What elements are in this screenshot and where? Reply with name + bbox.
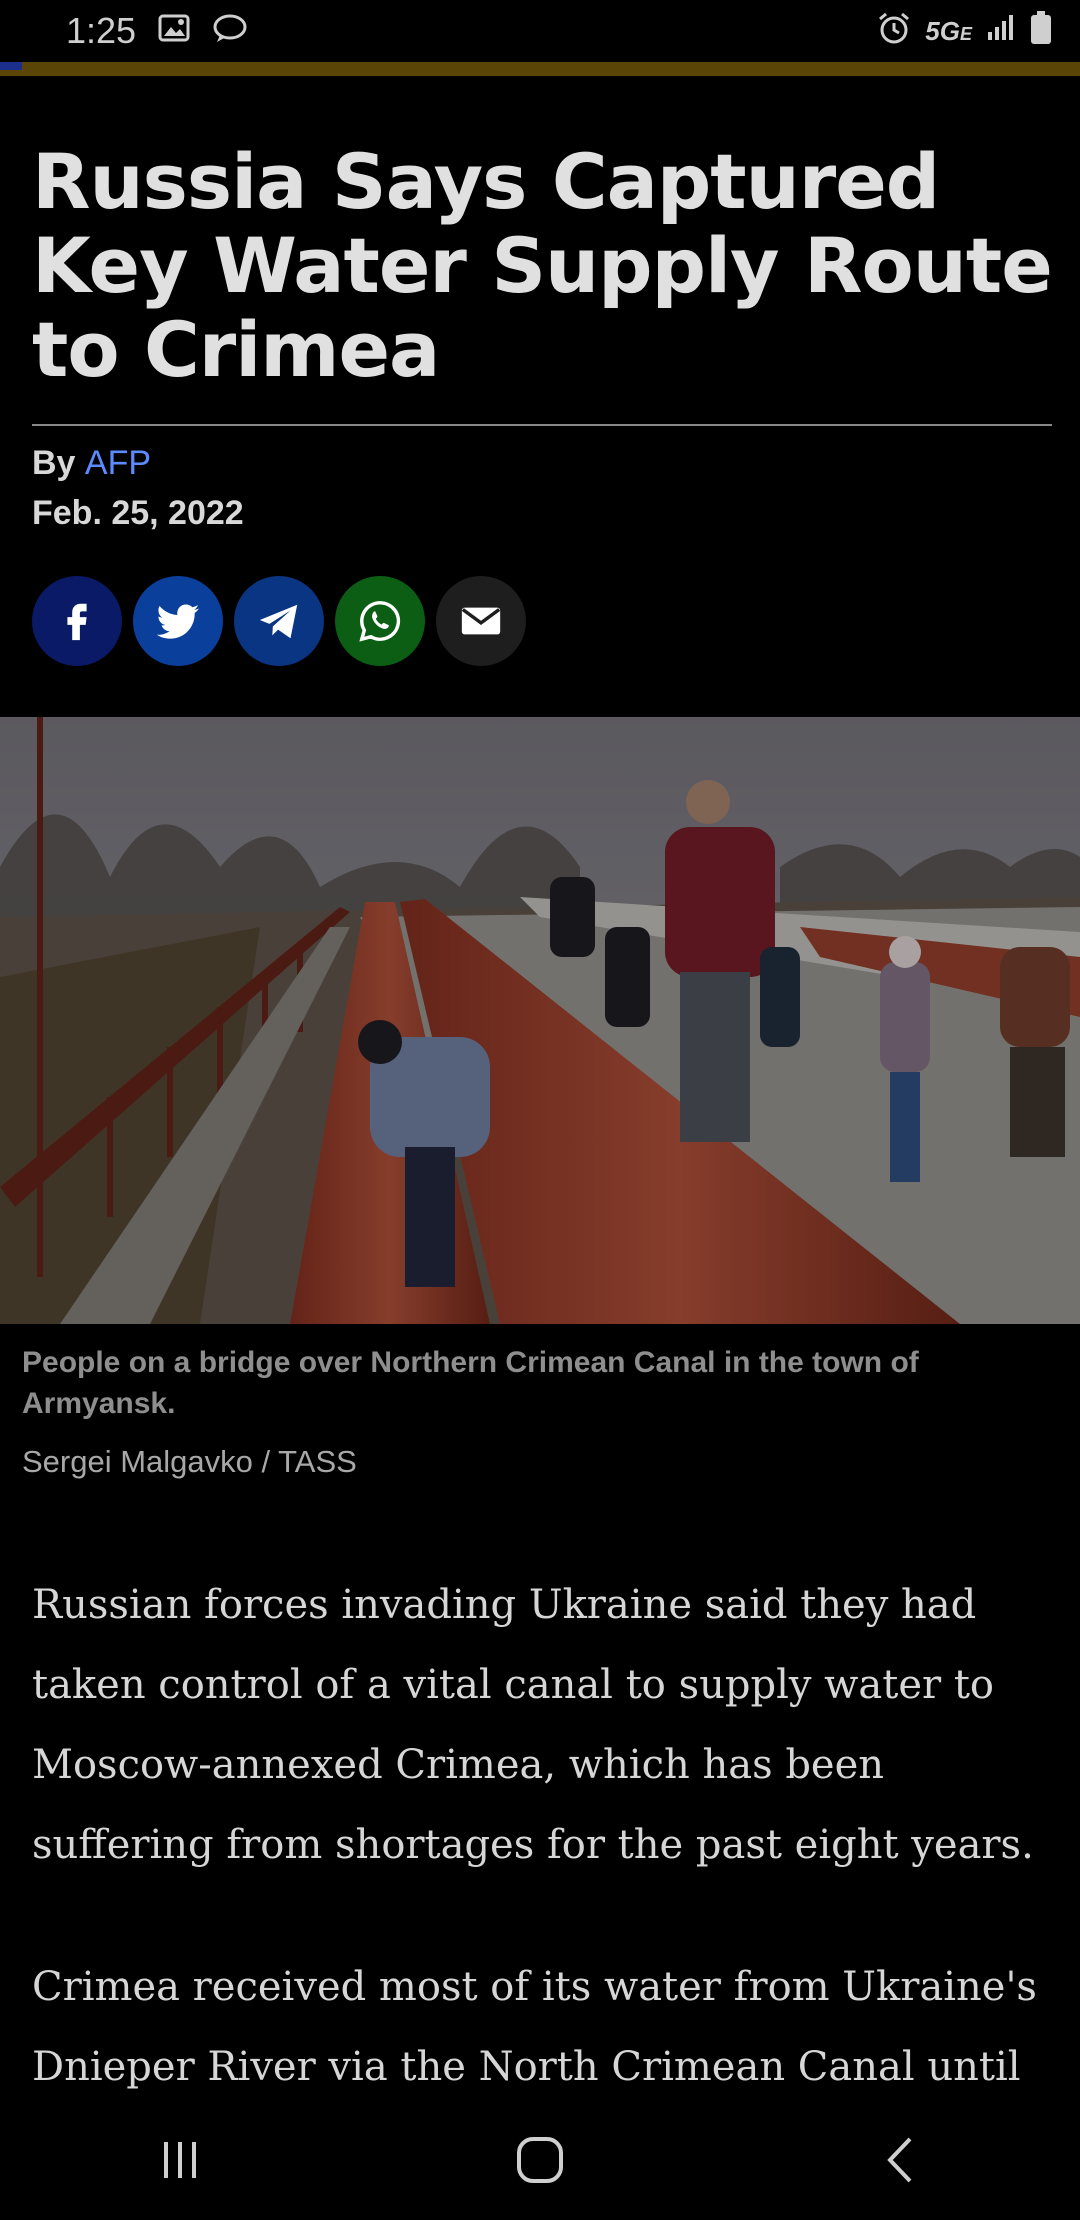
battery-icon [1030, 10, 1052, 52]
reading-progress-fill [0, 62, 22, 70]
telegram-icon [259, 604, 298, 639]
photo-credit: Sergei Malgavko / TASS [22, 1444, 357, 1479]
whatsapp-icon [359, 601, 401, 642]
home-button[interactable] [480, 2120, 600, 2200]
share-bar [32, 576, 526, 666]
home-icon [517, 2137, 563, 2183]
status-bar: 1:25 5GE [0, 0, 1080, 62]
article-paragraph: Crimea received most of its water from U… [32, 1964, 1037, 2090]
telegram-share-button[interactable] [234, 576, 324, 666]
email-icon [461, 607, 501, 635]
status-time: 1:25 [66, 10, 137, 51]
facebook-share-button[interactable] [32, 576, 122, 666]
chat-icon [212, 10, 248, 52]
publish-date: Feb. 25, 2022 [32, 494, 244, 532]
signal-icon [986, 14, 1016, 49]
facebook-icon [67, 603, 87, 641]
twitter-icon [156, 604, 200, 639]
back-icon [887, 2137, 912, 2183]
byline-prefix: By [32, 444, 76, 482]
recent-apps-icon [164, 2142, 196, 2178]
twitter-share-button[interactable] [133, 576, 223, 666]
article-photo[interactable] [0, 717, 1080, 1324]
reading-progress-bar [0, 62, 1080, 76]
network-type: 5GE [925, 15, 972, 46]
system-nav-bar [0, 2100, 1080, 2220]
recent-apps-button[interactable] [120, 2120, 240, 2200]
article-title: Russia Says Captured Key Water Supply Ro… [32, 137, 1053, 394]
article-paragraph: Russian forces invading Ukraine said the… [32, 1582, 1034, 1868]
whatsapp-share-button[interactable] [335, 576, 425, 666]
title-divider [32, 424, 1052, 426]
image-icon [158, 10, 190, 52]
author-link[interactable]: AFP [85, 444, 151, 482]
byline: By AFP [32, 444, 151, 483]
email-share-button[interactable] [436, 576, 526, 666]
alarm-icon [877, 11, 911, 52]
back-button[interactable] [840, 2120, 960, 2200]
photo-caption: People on a bridge over Northern Crimean… [22, 1346, 919, 1420]
